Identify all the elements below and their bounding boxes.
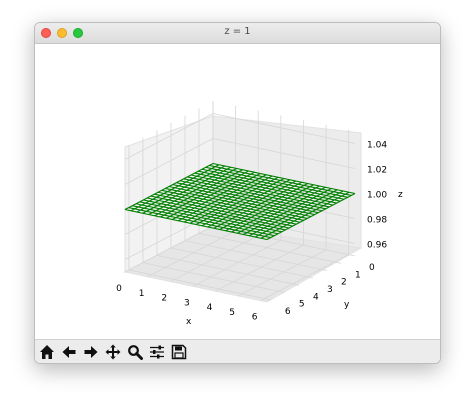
navigation-toolbar — [35, 339, 440, 363]
back-arrow-icon — [62, 345, 76, 358]
z-tick-label: 1.02 — [367, 166, 387, 176]
x-tick-label: 3 — [184, 298, 190, 308]
home-button[interactable] — [37, 342, 57, 361]
z-tick-label: 1.00 — [367, 191, 387, 201]
z-tick-label: 1.04 — [367, 141, 387, 151]
y-tick-label: 5 — [299, 300, 305, 310]
y-tick-label: 4 — [313, 292, 319, 302]
zoom-button[interactable] — [125, 342, 145, 361]
y-tick-label: 6 — [285, 307, 291, 317]
configure-subplots-button[interactable] — [147, 342, 167, 361]
configure-subplots-icon — [150, 345, 164, 358]
y-tick-label: 2 — [341, 278, 347, 288]
x-tick-label: 1 — [139, 289, 145, 299]
plot-window: z = 1 0 1 2 3 4 5 6 0 1 2 3 4 5 6 0.96 0.98 1.00 1.02 1.04… — [34, 22, 441, 364]
home-icon — [40, 344, 54, 359]
x-tick-label: 5 — [229, 308, 235, 318]
zoom-icon — [128, 344, 143, 360]
x-tick-label: 2 — [161, 294, 167, 304]
pan-icon — [105, 344, 121, 359]
3d-axes[interactable]: 0 1 2 3 4 5 601234560.960.981.001.021.04 x y z — [35, 44, 440, 340]
y-tick-label: 0 — [369, 263, 375, 273]
x-tick-label: 4 — [207, 303, 213, 313]
title-bar[interactable]: z = 1 — [35, 23, 440, 44]
save-button[interactable] — [169, 342, 189, 361]
y-axis-label: y — [344, 300, 350, 310]
z-tick-label: 0.98 — [367, 216, 387, 226]
pan-button[interactable] — [103, 342, 123, 361]
y-tick-label: 3 — [327, 285, 333, 295]
save-icon — [171, 344, 187, 359]
x-axis-label: x — [186, 317, 192, 327]
z-axis-label: z — [398, 190, 403, 200]
back-button[interactable] — [59, 342, 79, 361]
figure-canvas[interactable]: 0 1 2 3 4 5 6 0 1 2 3 4 5 6 0.96 0.98 1.00 1.02 1.04 x y z — [35, 44, 440, 340]
y-tick-label: 1 — [355, 270, 361, 280]
x-tick-label: 6 — [252, 313, 258, 323]
forward-button[interactable] — [81, 342, 101, 361]
forward-arrow-icon — [84, 345, 98, 358]
z-tick-label: 0.96 — [367, 241, 387, 251]
x-tick-label: 0 — [116, 284, 122, 294]
window-title: z = 1 — [224, 26, 251, 37]
